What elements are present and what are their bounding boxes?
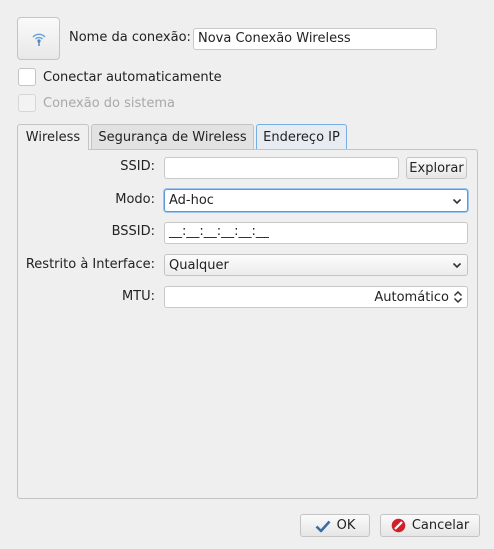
ok-button-label: OK bbox=[336, 518, 356, 533]
auto-connect-checkbox-row[interactable]: Conectar automaticamente bbox=[18, 68, 222, 86]
mtu-value: Automático bbox=[374, 289, 449, 305]
mode-label: Modo: bbox=[115, 192, 155, 207]
system-connection-checkbox[interactable] bbox=[18, 94, 36, 112]
connection-name-input[interactable]: Nova Conexão Wireless bbox=[193, 28, 437, 50]
mode-select[interactable]: Ad-hoc bbox=[164, 189, 468, 212]
restrict-interface-label: Restrito à Interface: bbox=[25, 257, 155, 272]
tab-wireless[interactable]: Wireless bbox=[17, 124, 89, 150]
system-connection-checkbox-row[interactable]: Conexão do sistema bbox=[18, 94, 175, 112]
chevron-down-icon bbox=[452, 198, 462, 204]
restrict-interface-select[interactable]: Qualquer bbox=[164, 254, 468, 276]
auto-connect-label: Conectar automaticamente bbox=[43, 69, 222, 85]
tab-wireless-label: Wireless bbox=[25, 130, 81, 145]
connection-icon-button[interactable] bbox=[17, 17, 60, 60]
ssid-label: SSID: bbox=[120, 159, 155, 174]
tab-ip-address[interactable]: Endereço IP bbox=[256, 124, 347, 149]
system-connection-label: Conexão do sistema bbox=[43, 95, 176, 111]
explore-button[interactable]: Explorar bbox=[406, 157, 467, 179]
ssid-input[interactable] bbox=[164, 157, 399, 179]
tab-wireless-security-label: Segurança de Wireless bbox=[98, 129, 247, 145]
bssid-input[interactable]: __:__:__:__:__:__ bbox=[164, 222, 468, 244]
checkmark-icon bbox=[315, 519, 331, 533]
wifi-signal-icon bbox=[31, 33, 46, 46]
cancel-button-label: Cancelar bbox=[411, 518, 470, 533]
connection-name-label: Nome da conexão: bbox=[69, 30, 191, 45]
tab-ip-address-label: Endereço IP bbox=[263, 129, 340, 145]
chevron-down-icon bbox=[452, 262, 462, 269]
mode-select-value: Ad-hoc bbox=[169, 193, 214, 208]
mtu-spinbox[interactable]: Automático bbox=[164, 286, 468, 308]
bssid-label: BSSID: bbox=[111, 224, 155, 239]
mtu-label: MTU: bbox=[121, 289, 155, 304]
auto-connect-checkbox[interactable] bbox=[18, 68, 36, 86]
spin-arrows-icon[interactable] bbox=[453, 290, 463, 304]
restrict-interface-value: Qualquer bbox=[169, 257, 229, 273]
cancel-icon bbox=[391, 518, 406, 533]
cancel-button[interactable]: Cancelar bbox=[380, 514, 480, 537]
tab-wireless-security[interactable]: Segurança de Wireless bbox=[91, 124, 254, 149]
ok-button[interactable]: OK bbox=[300, 514, 370, 537]
